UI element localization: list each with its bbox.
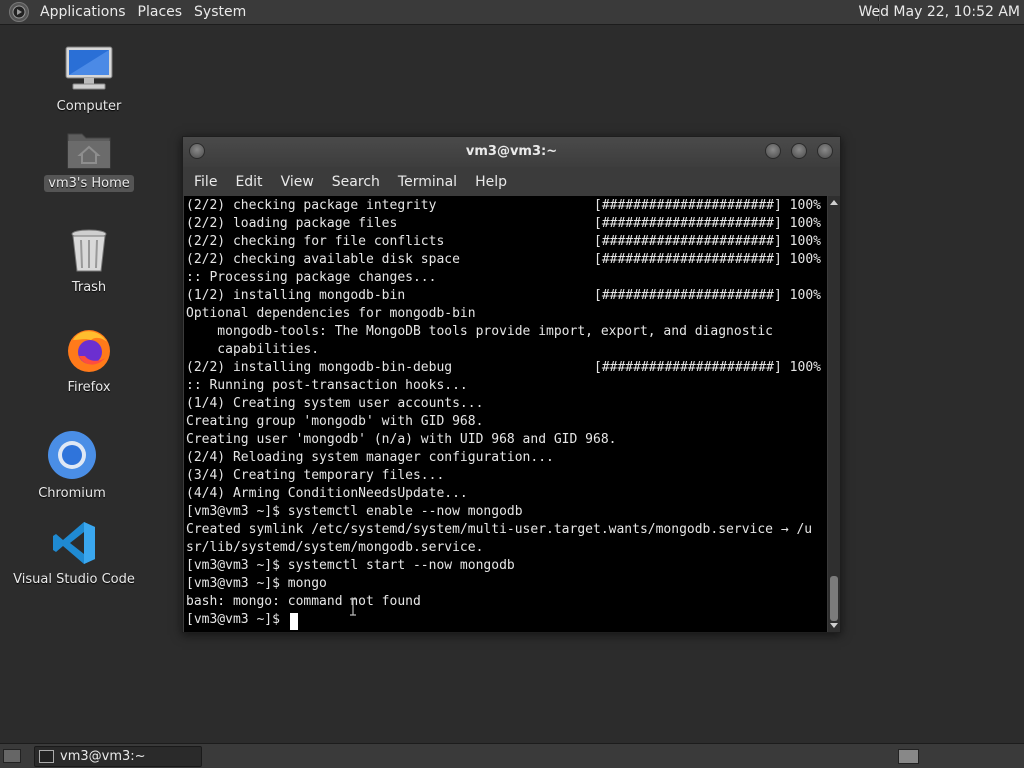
terminal-line: capabilities. <box>186 342 320 357</box>
text-cursor <box>290 613 298 630</box>
ibeam-cursor-icon <box>350 598 356 616</box>
menu-file[interactable]: File <box>185 174 226 190</box>
terminal-line: (2/2) checking for file conflicts <box>186 234 445 249</box>
desktop-icon-label: Visual Studio Code <box>13 572 135 587</box>
terminal-output[interactable]: (2/2) checking package integrity (2/2) l… <box>184 196 827 632</box>
terminal-line: (1/4) Creating system user accounts... <box>186 396 484 411</box>
terminal-line: (2/2) installing mongodb-bin-debug <box>186 360 453 375</box>
menu-terminal[interactable]: Terminal <box>389 174 466 190</box>
desktop-icon-computer[interactable]: Computer <box>44 45 134 115</box>
progress-bar-text: [######################] 100% <box>594 360 821 375</box>
terminal-line: :: Processing package changes... <box>186 270 437 285</box>
desktop-icon-label: Trash <box>71 280 107 295</box>
desktop-icon-home[interactable]: vm3's Home <box>44 128 134 192</box>
desktop-icon-label: Computer <box>56 99 122 114</box>
terminal-line: bash: mongo: command not found <box>186 594 421 609</box>
maximize-button[interactable] <box>791 143 807 159</box>
terminal-line: (4/4) Arming ConditionNeedsUpdate... <box>186 486 468 501</box>
menu-help[interactable]: Help <box>466 174 516 190</box>
terminal-line: [vm3@vm3 ~]$ systemctl start --now mongo… <box>186 558 515 573</box>
progress-bar-text: [######################] 100% <box>594 216 821 231</box>
minimize-button[interactable] <box>765 143 781 159</box>
terminal-prompt-line: [vm3@vm3 ~]$ <box>186 612 288 627</box>
terminal-menubar: File Edit View Search Terminal Help <box>183 167 840 196</box>
terminal-line: Optional dependencies for mongodb-bin <box>186 306 476 321</box>
main-menu-logo-icon[interactable] <box>9 2 29 22</box>
scrollbar-thumb[interactable] <box>830 576 838 621</box>
desktop-icon-label: Firefox <box>67 380 111 395</box>
top-panel: Applications Places System Wed May 22, 1… <box>0 0 1024 25</box>
scroll-down-arrow-icon[interactable] <box>830 623 838 628</box>
progress-bar-text: [######################] 100% <box>594 198 821 213</box>
window-title: vm3@vm3:~ <box>465 144 558 159</box>
menu-edit[interactable]: Edit <box>226 174 271 190</box>
vscode-icon <box>53 522 95 564</box>
taskbar-terminal-button[interactable]: vm3@vm3:~ <box>34 746 202 767</box>
window-titlebar[interactable]: vm3@vm3:~ <box>183 137 840 167</box>
applications-menu[interactable]: Applications <box>34 4 132 20</box>
terminal-icon <box>39 750 54 763</box>
desktop-icon-chromium[interactable]: Chromium <box>27 430 117 502</box>
terminal-line: mongodb-tools: The MongoDB tools provide… <box>186 324 773 339</box>
terminal-line: (2/2) loading package files <box>186 216 398 231</box>
desktop-icon-firefox[interactable]: Firefox <box>44 326 134 396</box>
terminal-line: (3/4) Creating temporary files... <box>186 468 445 483</box>
taskbar-label: vm3@vm3:~ <box>60 749 146 764</box>
panel-clock[interactable]: Wed May 22, 10:52 AM <box>858 4 1020 20</box>
menu-view[interactable]: View <box>272 174 323 190</box>
close-button[interactable] <box>817 143 833 159</box>
progress-bar-text: [######################] 100% <box>594 288 821 303</box>
desktop-icon-label: Chromium <box>38 486 106 501</box>
home-folder-icon <box>67 133 111 169</box>
progress-bar-text: [######################] 100% <box>594 252 821 267</box>
terminal-line: :: Running post-transaction hooks... <box>186 378 468 393</box>
terminal-line: (2/2) checking available disk space <box>186 252 460 267</box>
terminal-line: (2/2) checking package integrity <box>186 198 437 213</box>
desktop-icon-label: vm3's Home <box>44 175 134 192</box>
chromium-icon <box>48 431 96 479</box>
terminal-line: (1/2) installing mongodb-bin <box>186 288 406 303</box>
terminal-line: [vm3@vm3 ~]$ systemctl enable --now mong… <box>186 504 523 519</box>
terminal-scrollbar[interactable] <box>828 196 840 632</box>
terminal-line: Created symlink /etc/systemd/system/mult… <box>186 522 813 537</box>
terminal-line: Creating user 'mongodb' (n/a) with UID 9… <box>186 432 617 447</box>
system-menu[interactable]: System <box>188 4 252 20</box>
terminal-line: (2/4) Reloading system manager configura… <box>186 450 554 465</box>
firefox-icon <box>68 330 110 372</box>
trash-icon <box>71 229 107 272</box>
places-menu[interactable]: Places <box>132 4 189 20</box>
show-desktop-icon[interactable] <box>3 749 21 763</box>
terminal-line: [vm3@vm3 ~]$ mongo <box>186 576 327 591</box>
scroll-up-arrow-icon[interactable] <box>830 200 838 205</box>
desktop-icon-trash[interactable]: Trash <box>44 228 134 296</box>
terminal-window[interactable]: vm3@vm3:~ File Edit View Search Terminal… <box>182 136 841 633</box>
desktop-icon-vscode[interactable]: Visual Studio Code <box>13 520 135 588</box>
menu-search[interactable]: Search <box>323 174 389 190</box>
computer-icon <box>65 46 113 90</box>
terminal-line: Creating group 'mongodb' with GID 968. <box>186 414 484 429</box>
bottom-panel: vm3@vm3:~ <box>0 743 1024 768</box>
progress-bar-text: [######################] 100% <box>594 234 821 249</box>
workspace-switcher[interactable] <box>898 749 919 764</box>
terminal-line: sr/lib/systemd/system/mongodb.service. <box>186 540 484 555</box>
